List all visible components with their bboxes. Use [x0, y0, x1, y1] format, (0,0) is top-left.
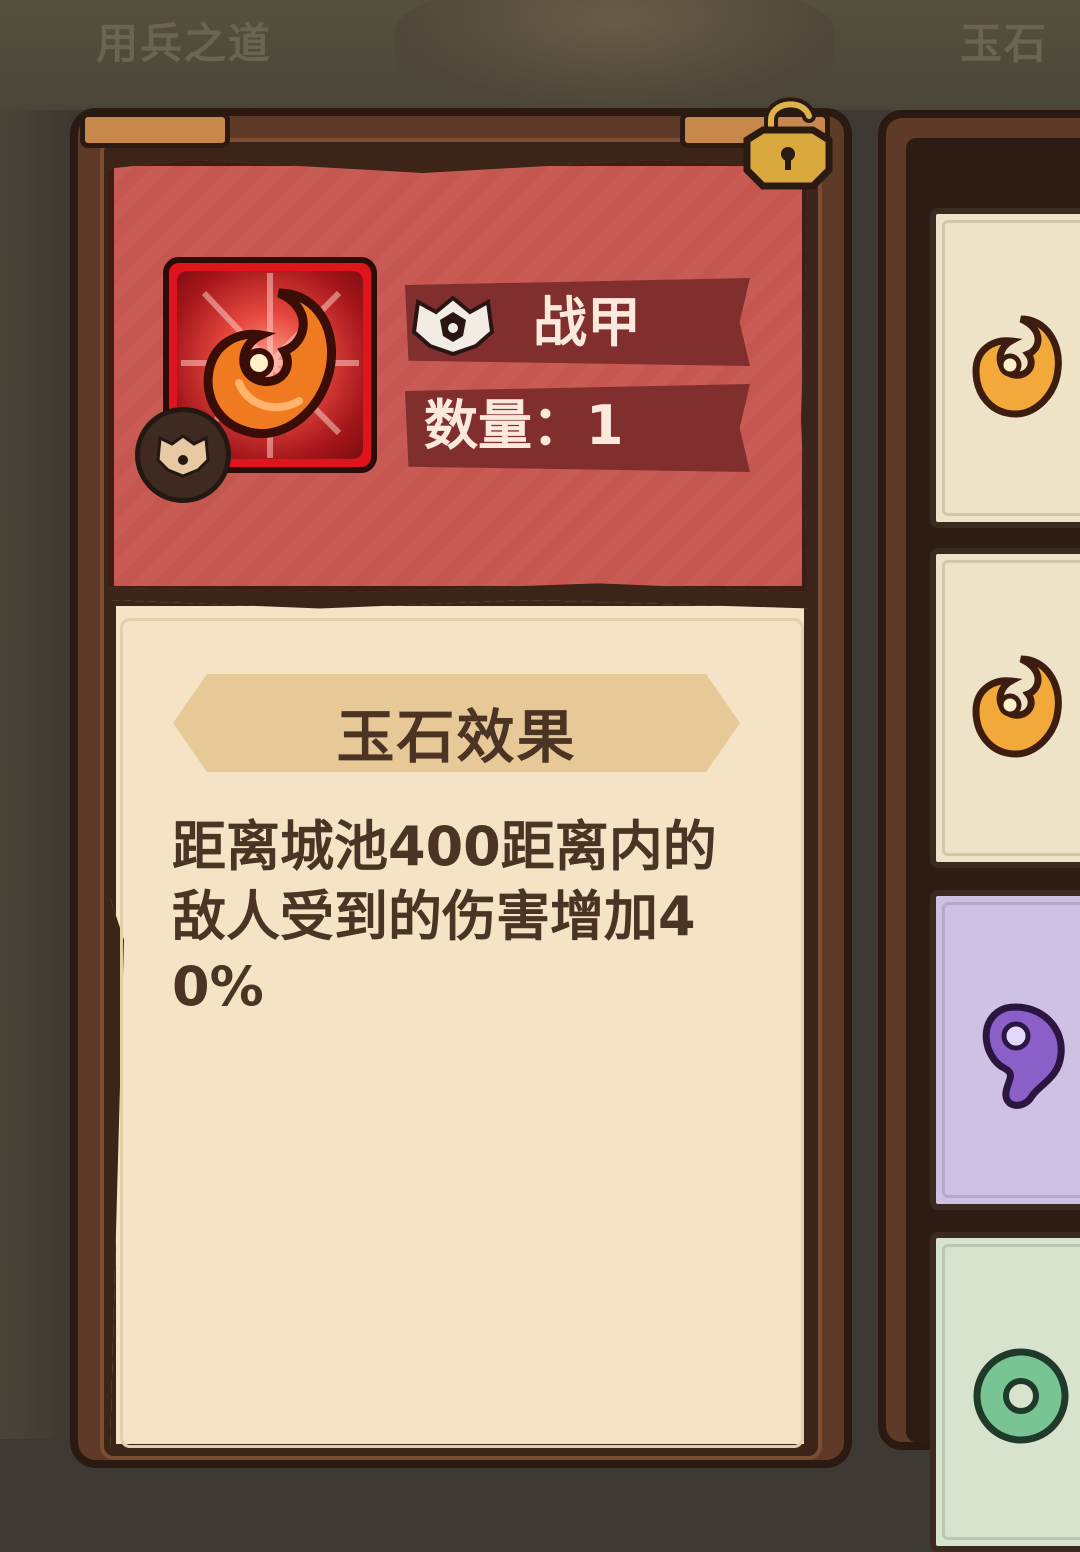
jade-list-item[interactable] [930, 208, 1080, 528]
frame-corner-decoration [80, 112, 230, 148]
orange-jade-icon [972, 315, 1062, 418]
effect-description: 距离城池400距离内的敌人受到的伤害增加40% [172, 815, 717, 1018]
orange-jade-icon [972, 655, 1062, 758]
item-category-label: 战甲 [533, 291, 641, 354]
armor-icon [411, 295, 495, 357]
tab-military-strategy[interactable]: 用兵之道 [96, 10, 272, 71]
jade-list-item[interactable] [930, 890, 1080, 1210]
tab-jade[interactable]: 玉石 [960, 10, 1048, 71]
jade-list-item[interactable] [930, 548, 1080, 868]
item-type-badge [135, 407, 231, 503]
purple-jade-icon [982, 1003, 1065, 1109]
green-jade-ring-icon [973, 1348, 1069, 1444]
effect-title: 玉石效果 [336, 703, 577, 771]
unlocked-padlock-icon[interactable] [733, 90, 843, 200]
jade-list-item[interactable] [930, 1232, 1080, 1552]
item-quantity-label: 数量：1 [424, 394, 624, 457]
armor-icon [156, 434, 210, 478]
